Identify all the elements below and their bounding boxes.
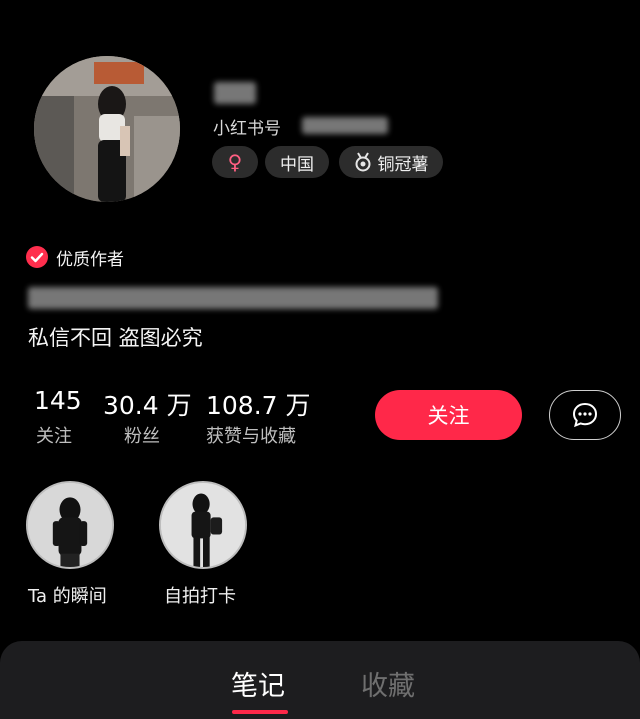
region-tag: 中国 [265,146,329,178]
active-tab-indicator [232,710,288,714]
account-id-label: 小红书号 [213,119,281,139]
highlight-selfie-photo [161,483,245,567]
medal-icon [354,152,372,172]
level-tag[interactable]: 铜冠薯 [339,146,443,178]
highlight-moments-photo [28,483,112,567]
following-label[interactable]: 关注 [36,422,72,448]
chat-bubble-icon [572,402,598,428]
account-id-blurred [302,117,388,134]
tab-collections[interactable]: 收藏 [361,664,415,703]
highlight-selfie-label[interactable]: 自拍打卡 [164,582,236,608]
region-tag-label: 中国 [280,154,314,175]
following-count[interactable]: 145 [34,386,82,415]
highlight-selfie[interactable] [159,481,247,569]
level-tag-label: 铜冠薯 [377,154,429,175]
likes-collects-label[interactable]: 获赞与收藏 [206,422,296,448]
bio-blurred-line [28,287,438,309]
check-badge-icon [26,246,48,268]
tab-notes[interactable]: 笔记 [231,664,285,703]
avatar-photo [34,56,180,202]
followers-count[interactable]: 30.4 万 [103,386,192,422]
highlight-moments-label[interactable]: Ta 的瞬间 [28,582,107,608]
female-icon: ♀ [227,150,243,174]
profile-avatar[interactable] [34,56,180,202]
follow-button[interactable]: 关注 [375,390,522,440]
message-button[interactable] [549,390,621,440]
quality-author-label: 优质作者 [56,250,124,270]
content-tab-bar [0,641,640,719]
gender-tag: ♀ [212,146,258,178]
likes-collects-count[interactable]: 108.7 万 [206,386,311,422]
highlight-moments[interactable] [26,481,114,569]
followers-label[interactable]: 粉丝 [124,422,160,448]
username-blurred [214,82,256,104]
bio-text: 私信不回 盗图必究 [28,326,203,350]
